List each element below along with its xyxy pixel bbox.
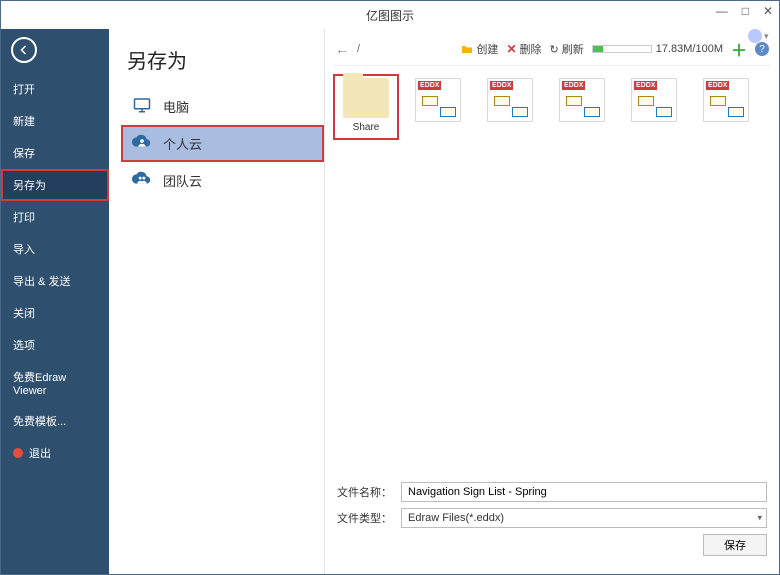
storage-text: 17.83M/100M	[656, 43, 723, 55]
refresh-icon: ↻	[550, 43, 559, 56]
sidebar-item-3[interactable]: 另存为	[1, 169, 109, 201]
sidebar-item-label: 导入	[13, 241, 35, 257]
minimize-button[interactable]: ―	[716, 5, 728, 17]
sidebar-item-label: 另存为	[13, 177, 46, 193]
sidebar-item-label: 导出 & 发送	[13, 273, 70, 289]
file-label: Share	[353, 122, 380, 133]
location-item-label: 电脑	[163, 97, 189, 116]
sidebar-item-label: 退出	[29, 445, 51, 461]
file-item[interactable]: EDDX	[697, 78, 755, 136]
sidebar-item-9[interactable]: 免费Edraw Viewer	[1, 361, 109, 405]
file-item[interactable]: EDDX	[553, 78, 611, 136]
sidebar-item-label: 新建	[13, 113, 35, 129]
diagram-icon	[416, 92, 460, 121]
location-panel: 另存为 电脑个人云团队云	[109, 29, 324, 574]
folder-plus-icon	[461, 43, 473, 55]
close-button[interactable]: ✕	[763, 5, 773, 17]
sidebar-item-label: 打印	[13, 209, 35, 225]
filename-label: 文件名称：	[337, 484, 393, 500]
help-button[interactable]: ?	[755, 42, 769, 56]
file-item[interactable]: EDDX	[625, 78, 683, 136]
browser-toolbar: ← / 创建 ✕ 删除 ↻ 刷新 17.83M/100M ＋	[333, 33, 771, 66]
sidebar-item-label: 保存	[13, 145, 35, 161]
window-controls: ― □ ✕	[716, 5, 773, 17]
file-badge: EDDX	[418, 81, 441, 90]
diagram-icon	[560, 92, 604, 121]
sidebar-item-10[interactable]: 免费模板...	[1, 405, 109, 437]
sidebar-item-label: 选项	[13, 337, 35, 353]
file-badge: EDDX	[562, 81, 585, 90]
location-item-1[interactable]: 个人云	[121, 125, 324, 162]
filetype-label: 文件类型：	[337, 510, 393, 526]
filetype-select[interactable]: Edraw Files(*.eddx) ▾	[401, 508, 767, 528]
create-button[interactable]: 创建	[461, 41, 498, 57]
diagram-icon	[632, 92, 676, 121]
folder-icon	[343, 78, 389, 118]
sidebar-item-label: 打开	[13, 81, 35, 97]
save-form: 文件名称： 文件类型： Edraw Files(*.eddx) ▾	[333, 476, 771, 566]
diagram-icon	[704, 92, 748, 121]
path-display: /	[357, 43, 360, 55]
sidebar-item-4[interactable]: 打印	[1, 201, 109, 233]
location-item-2[interactable]: 团队云	[121, 162, 324, 199]
sidebar: 打开新建保存另存为打印导入导出 & 发送关闭选项免费Edraw Viewer 免费…	[1, 29, 109, 574]
sidebar-item-1[interactable]: 新建	[1, 105, 109, 137]
file-thumbnail: EDDX	[703, 78, 749, 122]
save-button[interactable]: 保存	[703, 534, 767, 556]
exit-icon	[13, 448, 23, 458]
location-item-0[interactable]: 电脑	[121, 88, 324, 125]
sidebar-item-11[interactable]: 退出	[1, 437, 109, 469]
storage-bar	[592, 45, 652, 53]
file-badge: EDDX	[490, 81, 513, 90]
refresh-button[interactable]: ↻ 刷新	[550, 41, 584, 57]
file-item[interactable]: EDDX	[409, 78, 467, 136]
app-title: 亿图图示	[366, 7, 414, 24]
file-item[interactable]: EDDX	[481, 78, 539, 136]
sidebar-item-2[interactable]: 保存	[1, 137, 109, 169]
arrow-left-icon	[18, 44, 30, 56]
chevron-down-icon: ▾	[757, 513, 762, 524]
filename-input[interactable]	[401, 482, 767, 502]
diagram-icon	[488, 92, 532, 121]
sidebar-item-5[interactable]: 导入	[1, 233, 109, 265]
nav-back-button[interactable]: ←	[335, 41, 349, 57]
x-icon: ✕	[506, 42, 516, 56]
page-title: 另存为	[121, 45, 324, 88]
sidebar-item-7[interactable]: 关闭	[1, 297, 109, 329]
title-bar: 亿图图示 ― □ ✕	[1, 1, 779, 29]
maximize-button[interactable]: □	[742, 5, 749, 17]
back-button[interactable]	[11, 37, 37, 63]
sidebar-item-0[interactable]: 打开	[1, 73, 109, 105]
storage-indicator: 17.83M/100M	[592, 43, 723, 55]
add-button[interactable]: ＋	[731, 37, 747, 61]
sidebar-item-label: 免费Edraw Viewer	[13, 369, 97, 397]
folder-item[interactable]: Share	[337, 78, 395, 136]
sidebar-item-label: 免费模板...	[13, 413, 66, 429]
file-thumbnail: EDDX	[559, 78, 605, 122]
sidebar-item-6[interactable]: 导出 & 发送	[1, 265, 109, 297]
cloud-user-icon	[131, 133, 153, 154]
location-item-label: 个人云	[163, 134, 202, 153]
cloud-team-icon	[131, 170, 153, 191]
sidebar-item-8[interactable]: 选项	[1, 329, 109, 361]
file-badge: EDDX	[706, 81, 729, 90]
file-browser: ← / 创建 ✕ 删除 ↻ 刷新 17.83M/100M ＋	[324, 29, 779, 574]
location-item-label: 团队云	[163, 171, 202, 190]
file-thumbnail: EDDX	[415, 78, 461, 122]
file-grid: Share EDDX EDDX EDDX EDDX EDDX	[333, 66, 771, 476]
sidebar-item-label: 关闭	[13, 305, 35, 321]
file-thumbnail: EDDX	[487, 78, 533, 122]
monitor-icon	[131, 96, 153, 117]
delete-button[interactable]: ✕ 删除	[506, 41, 541, 57]
file-badge: EDDX	[634, 81, 657, 90]
file-thumbnail: EDDX	[631, 78, 677, 122]
